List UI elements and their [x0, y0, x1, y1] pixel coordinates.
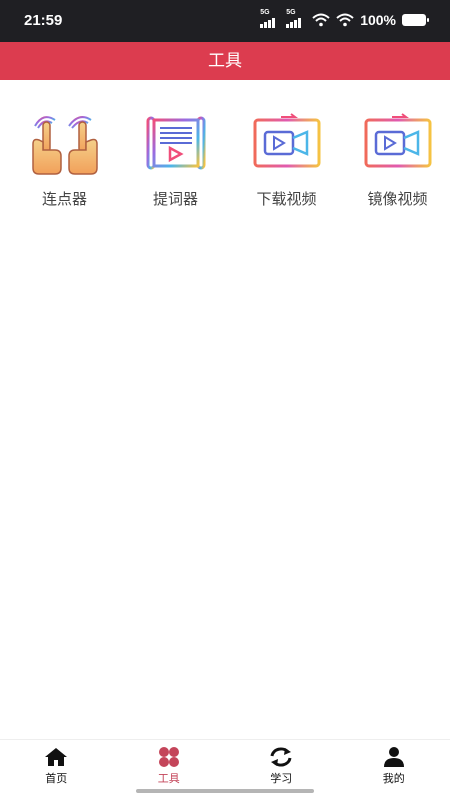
- user-icon: [383, 747, 404, 767]
- tool-label: 镜像视频: [367, 190, 428, 208]
- tools-grid: 连点器 提词器 下载视频 镜像视频: [0, 108, 450, 209]
- download-video-icon: [253, 113, 320, 168]
- tool-mirror-video[interactable]: 镜像视频: [345, 108, 450, 209]
- battery-percent: 100%: [360, 12, 396, 28]
- wifi-icon: [336, 13, 354, 27]
- status-bar: 21:59 5G 5G 100%: [0, 0, 450, 42]
- mirror-video-icon: [364, 113, 431, 168]
- refresh-cycle-icon: [270, 747, 292, 767]
- tool-download-video[interactable]: 下载视频: [234, 108, 339, 209]
- tab-label: 首页: [45, 772, 68, 785]
- tab-label: 我的: [382, 772, 405, 785]
- tool-label: 下载视频: [256, 190, 317, 208]
- tab-mine[interactable]: 我的: [338, 740, 450, 800]
- page-title: 工具: [0, 42, 450, 80]
- wifi-icon: [312, 13, 330, 27]
- tab-label: 工具: [157, 772, 180, 785]
- tab-home[interactable]: 首页: [0, 740, 113, 800]
- status-time: 21:59: [24, 12, 63, 29]
- tool-auto-clicker[interactable]: 连点器: [12, 108, 117, 209]
- home-icon: [45, 748, 68, 766]
- battery-icon: [402, 14, 429, 26]
- tab-label: 学习: [270, 772, 293, 785]
- status-icons: 5G 5G 100%: [260, 9, 429, 28]
- tool-label: 提词器: [152, 190, 198, 208]
- auto-clicker-hands-icon: [31, 116, 98, 175]
- cellular-signal-icon: 5G: [260, 9, 280, 28]
- tool-teleprompter[interactable]: 提词器: [123, 108, 228, 209]
- tool-label: 连点器: [41, 190, 87, 208]
- cellular-signal-icon: 5G: [286, 9, 306, 28]
- tools-grid-icon: [158, 747, 179, 767]
- teleprompter-icon: [146, 116, 205, 170]
- home-indicator[interactable]: [136, 789, 314, 793]
